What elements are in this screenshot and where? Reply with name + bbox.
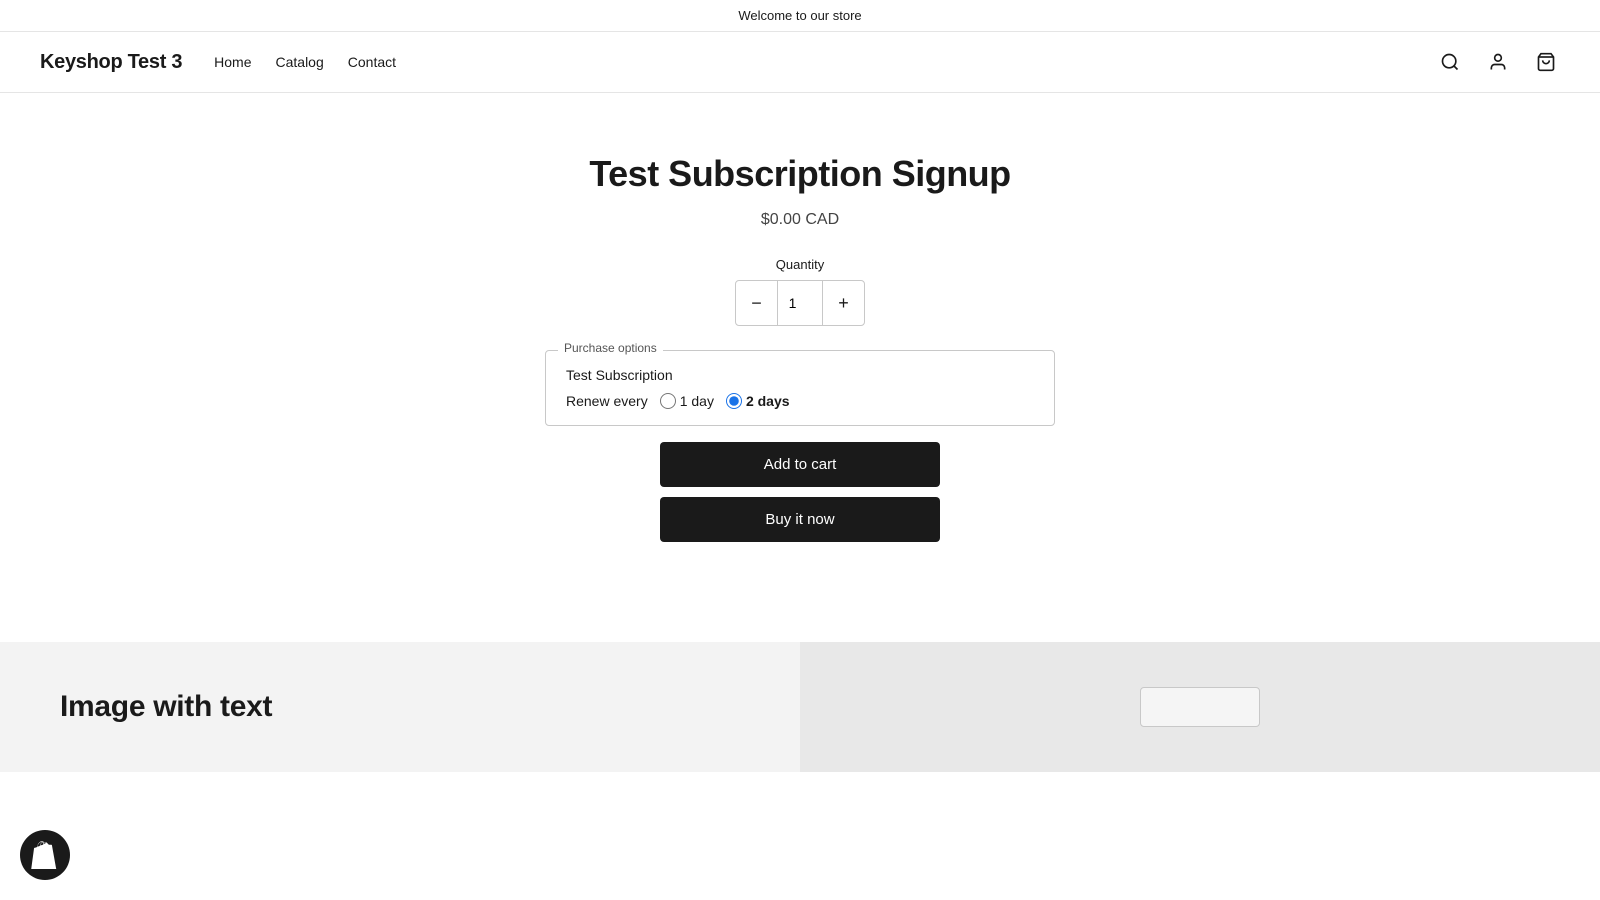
nav-catalog[interactable]: Catalog	[276, 54, 324, 70]
renew-option-2days[interactable]: 2 days	[726, 393, 790, 409]
renew-label: Renew every	[566, 393, 648, 409]
bottom-placeholder-button	[1140, 687, 1260, 727]
bottom-left: Image with text	[0, 642, 800, 772]
renew-option-1day[interactable]: 1 day	[660, 393, 714, 409]
renew-option-1day-label: 1 day	[680, 393, 714, 409]
image-with-text-title: Image with text	[60, 690, 740, 724]
quantity-label: Quantity	[735, 257, 865, 272]
shopify-badge[interactable]	[20, 830, 70, 880]
bottom-right	[800, 642, 1600, 772]
purchase-options-box: Purchase options Test Subscription Renew…	[545, 350, 1055, 426]
quantity-increase-button[interactable]: +	[823, 281, 864, 325]
announcement-bar: Welcome to our store	[0, 0, 1600, 32]
purchase-options-legend: Purchase options	[558, 341, 663, 355]
renew-row: Renew every 1 day 2 days	[566, 393, 1034, 409]
account-button[interactable]	[1484, 48, 1512, 76]
cart-icon	[1536, 52, 1556, 72]
header-icons	[1436, 48, 1560, 76]
search-icon	[1440, 52, 1460, 72]
quantity-control: − +	[735, 280, 865, 326]
product-price: $0.00 CAD	[761, 211, 839, 229]
product-title: Test Subscription Signup	[589, 153, 1010, 195]
quantity-decrease-button[interactable]: −	[736, 281, 777, 325]
header-left: Keyshop Test 3 Home Catalog Contact	[40, 51, 396, 74]
nav-home[interactable]: Home	[214, 54, 251, 70]
user-icon	[1488, 52, 1508, 72]
nav-contact[interactable]: Contact	[348, 54, 396, 70]
renew-radio-2days[interactable]	[726, 393, 742, 409]
bottom-section: Image with text	[0, 642, 1600, 772]
main-nav: Home Catalog Contact	[214, 54, 396, 70]
renew-radio-1day[interactable]	[660, 393, 676, 409]
buy-it-now-button[interactable]: Buy it now	[660, 497, 940, 542]
shopify-icon	[31, 841, 59, 869]
announcement-text: Welcome to our store	[738, 8, 861, 23]
main-content: Test Subscription Signup $0.00 CAD Quant…	[100, 93, 1500, 602]
subscription-name: Test Subscription	[566, 367, 1034, 383]
renew-option-2days-label: 2 days	[746, 393, 790, 409]
store-name: Keyshop Test 3	[40, 51, 182, 74]
cart-button[interactable]	[1532, 48, 1560, 76]
search-button[interactable]	[1436, 48, 1464, 76]
quantity-section: Quantity − +	[735, 257, 865, 326]
header: Keyshop Test 3 Home Catalog Contact	[0, 32, 1600, 93]
quantity-input[interactable]	[777, 281, 823, 325]
add-to-cart-button[interactable]: Add to cart	[660, 442, 940, 487]
